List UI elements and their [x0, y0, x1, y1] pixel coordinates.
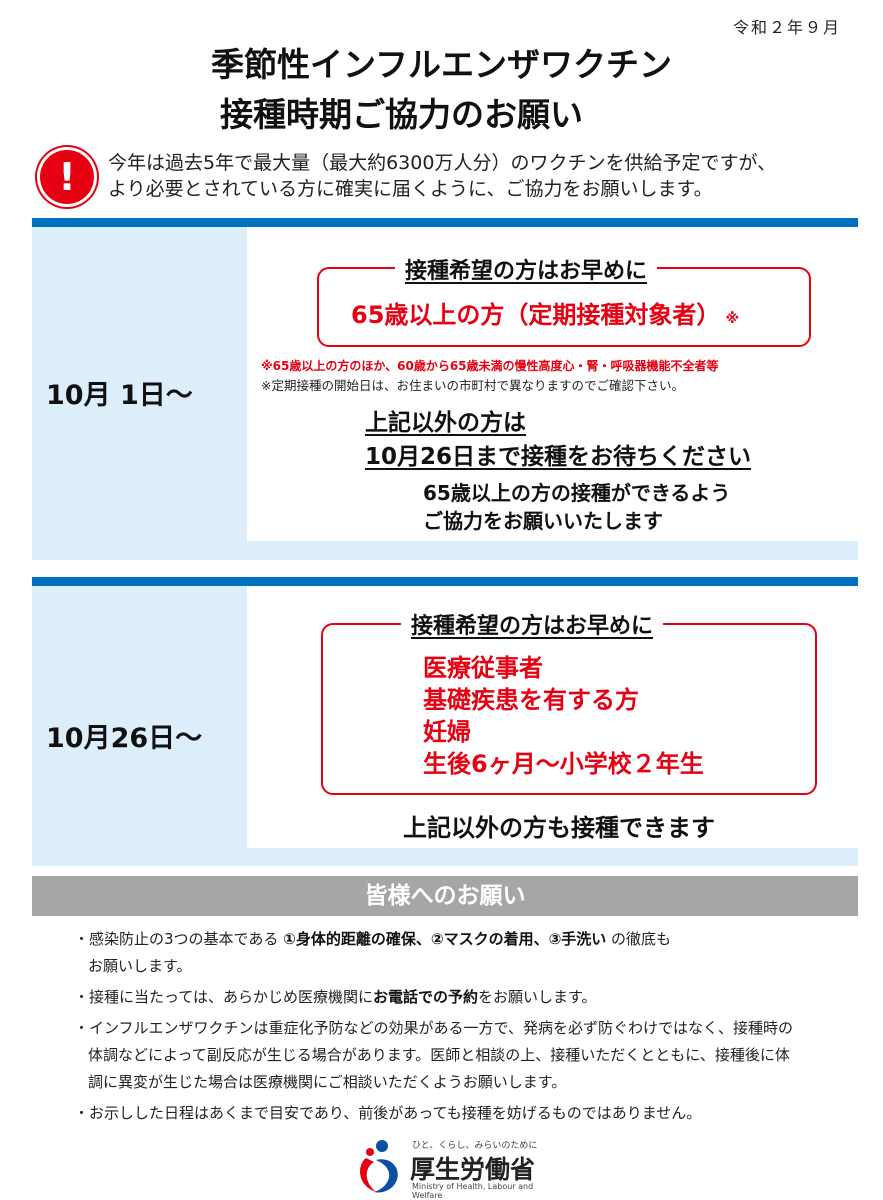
request-item-4: ・お示しした日程はあくまで目安であり、前後があっても接種を妨げるものではありませ… — [74, 1100, 834, 1127]
section1-others-line1: 上記以外の方は — [365, 410, 526, 436]
requests-list: ・感染防止の3つの基本である ①身体的距離の確保、②マスクの着用、③手洗い の徹… — [74, 926, 834, 1131]
section1-sub-line1: 65歳以上の方の接種ができるよう — [423, 481, 731, 505]
request-1-post: の徹底も — [606, 930, 672, 948]
exclamation-icon: ! — [40, 150, 94, 204]
section2-content: 接種希望の方はお早めに 医療従事者 基礎疾患を有する方 妊婦 生後6ヶ月～小学校… — [247, 586, 858, 848]
page-title-line1: 季節性インフルエンザワクチン — [210, 45, 672, 84]
request-1-pre: ・感染防止の3つの基本である — [74, 930, 284, 948]
section2-others: 上記以外の方も接種できます — [403, 814, 715, 842]
request-4-text: ・お示しした日程はあくまで目安であり、前後があっても接種を妨げるものではありませ… — [74, 1104, 702, 1122]
request-3-line3: 調に異変が生じた場合は医療機関にご相談いただくようお願いします。 — [88, 1073, 567, 1091]
section2-top-bar — [32, 577, 858, 586]
section1-box-heading: 接種希望の方はお早めに — [395, 253, 658, 285]
section1-target-mark: ※ — [725, 311, 740, 327]
page-title-line2: 接種時期ご協力のお願い — [220, 95, 583, 134]
request-1-bold: ①身体的距離の確保、②マスクの着用、③手洗い — [283, 930, 607, 948]
request-1-line2: お願いします。 — [88, 957, 192, 975]
intro-text: 今年は過去5年で最大量（最大約6300万人分）のワクチンを供給予定ですが、 より… — [108, 150, 776, 202]
request-item-3: ・インフルエンザワクチンは重症化予防などの効果がある一方で、発病を必ず防ぐわけで… — [74, 1015, 834, 1096]
section1-content: 接種希望の方はお早めに 65歳以上の方（定期接種対象者） ※ ※65歳以上の方の… — [247, 227, 858, 541]
requests-heading: 皆様へのお願い — [32, 876, 858, 916]
request-3-line2: 体調などによって副反応が生じる場合があります。医師と相談の上、接種いただくととも… — [88, 1046, 790, 1064]
section1-sub-line2: ご協力をお願いいたします — [423, 509, 663, 533]
request-2-bold: お電話での予約 — [372, 988, 478, 1006]
issue-date: 令和２年９月 — [732, 18, 841, 37]
intro-line1: 今年は過去5年で最大量（最大約6300万人分）のワクチンを供給予定ですが、 — [108, 152, 777, 174]
request-2-pre: ・接種に当たっては、あらかじめ医療機関に — [74, 988, 373, 1006]
section2-target-1: 医療従事者 — [423, 654, 543, 682]
section1-target: 65歳以上の方（定期接種対象者） ※ — [351, 295, 739, 330]
section1-date-label: 10月 1日～ — [46, 380, 193, 411]
mhlw-logo: ひと、くらし、みらいのために 厚生労働省 Ministry of Health,… — [352, 1136, 542, 1200]
section1-note: ※定期接種の開始日は、お住まいの市町村で異なりますのでご確認下さい。 — [261, 378, 684, 393]
section2-panel: 10月26日～ 接種希望の方はお早めに 医療従事者 基礎疾患を有する方 妊婦 生… — [32, 586, 858, 866]
request-3-line1: ・インフルエンザワクチンは重症化予防などの効果がある一方で、発病を必ず防ぐわけで… — [74, 1019, 793, 1037]
mhlw-english-name: Ministry of Health, Labour and Welfare — [412, 1182, 534, 1200]
section1-others-line2: 10月26日まで接種をお待ちください — [365, 444, 752, 470]
mhlw-name: 厚生労働省 — [410, 1155, 536, 1184]
request-2-post: をお願いします。 — [477, 988, 597, 1006]
intro-line2: より必要とされている方に確実に届くように、ご協力をお願いします。 — [108, 178, 713, 200]
section1-target-text: 65歳以上の方（定期接種対象者） — [351, 301, 721, 329]
section1-panel: 10月 1日～ 接種希望の方はお早めに 65歳以上の方（定期接種対象者） ※ ※… — [32, 227, 858, 560]
request-item-1: ・感染防止の3つの基本である ①身体的距離の確保、②マスクの着用、③手洗い の徹… — [74, 926, 834, 980]
section2-target-3: 妊婦 — [423, 718, 471, 746]
section2-box-heading: 接種希望の方はお早めに — [401, 608, 664, 640]
section2-date-label: 10月26日～ — [46, 723, 203, 754]
section1-note-red: ※65歳以上の方のほか、60歳から65歳未満の慢性高度心・腎・呼吸器機能不全者等 — [261, 359, 719, 373]
request-item-2: ・接種に当たっては、あらかじめ医療機関にお電話での予約をお願いします。 — [74, 984, 834, 1011]
section2-target-2: 基礎疾患を有する方 — [423, 686, 639, 714]
section2-target-4: 生後6ヶ月～小学校２年生 — [423, 750, 704, 778]
section1-top-bar — [32, 218, 858, 227]
mhlw-emblem-icon — [360, 1140, 398, 1193]
